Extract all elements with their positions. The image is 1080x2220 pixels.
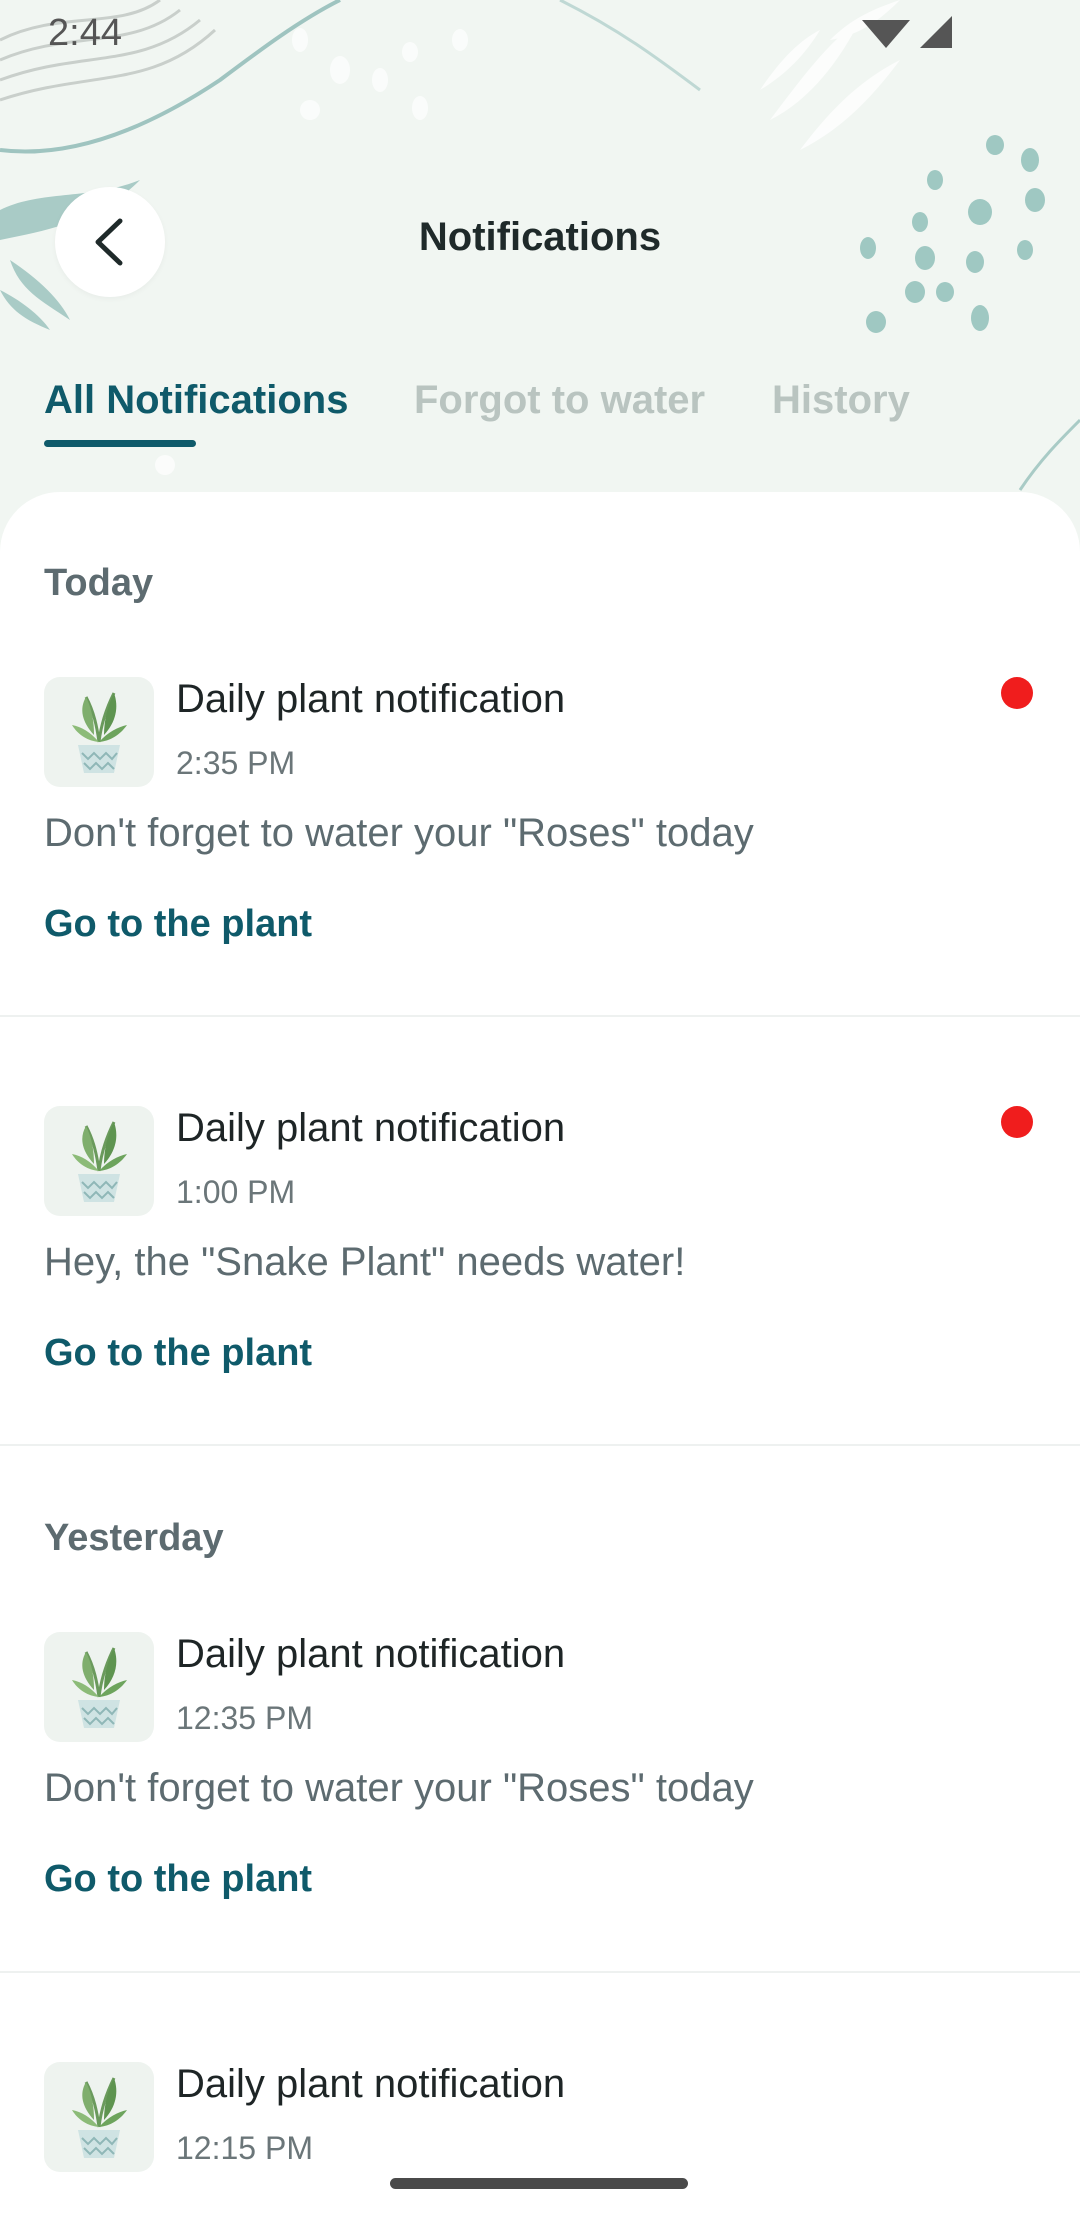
section-title-today: Today — [44, 562, 154, 604]
plant-thumbnail — [44, 677, 154, 787]
notification-title: Daily plant notification — [176, 2062, 566, 2106]
unread-indicator — [1001, 677, 1033, 709]
potted-plant-icon — [72, 1121, 127, 1202]
plant-thumbnail — [44, 1106, 154, 1216]
potted-plant-icon — [72, 692, 127, 773]
notification-title: Daily plant notification — [176, 1106, 566, 1150]
go-to-plant-link[interactable]: Go to the plant — [44, 1332, 312, 1375]
tab-forgot-to-water[interactable]: Forgot to water — [414, 378, 705, 423]
notification-item[interactable]: Daily plant notification 2:35 PM Don't f… — [0, 677, 1080, 945]
divider — [0, 1971, 1080, 1973]
notifications-screen: 2:44 Notifications All Notifications For… — [0, 0, 1080, 2220]
notification-body: Don't forget to water your "Roses" today — [44, 811, 754, 855]
plant-thumbnail — [44, 2062, 154, 2172]
cell-signal-icon — [920, 16, 952, 48]
unread-indicator — [1001, 1106, 1033, 1138]
divider — [0, 1015, 1080, 1017]
notification-time: 2:35 PM — [176, 745, 296, 781]
go-to-plant-link[interactable]: Go to the plant — [44, 1858, 312, 1901]
notification-time: 1:00 PM — [176, 1174, 296, 1210]
notification-time: 12:15 PM — [176, 2130, 313, 2166]
section-title-yesterday: Yesterday — [44, 1517, 224, 1559]
page-title: Notifications — [418, 215, 662, 259]
notification-item[interactable]: Daily plant notification 12:35 PM Don't … — [0, 1632, 1080, 1900]
potted-plant-icon — [72, 1647, 127, 1728]
divider — [0, 1444, 1080, 1446]
go-to-plant-link[interactable]: Go to the plant — [44, 903, 312, 946]
notification-item[interactable]: Daily plant notification 12:15 PM — [0, 2062, 1080, 2182]
notification-title: Daily plant notification — [176, 1632, 566, 1676]
notification-title: Daily plant notification — [176, 677, 566, 721]
status-time: 2:44 — [48, 12, 122, 54]
plant-thumbnail — [44, 1632, 154, 1742]
notification-time: 12:35 PM — [176, 1700, 313, 1736]
notification-body: Don't forget to water your "Roses" today — [44, 1766, 754, 1810]
tab-all-notifications[interactable]: All Notifications — [44, 378, 348, 423]
notification-body: Hey, the "Snake Plant" needs water! — [44, 1240, 686, 1284]
notification-item[interactable]: Daily plant notification 1:00 PM Hey, th… — [0, 1106, 1080, 1374]
potted-plant-icon — [72, 2077, 127, 2158]
notifications-list: Today Daily plant notification 2:35 PM D… — [0, 492, 1080, 2220]
wifi-icon — [862, 20, 910, 48]
status-icons — [862, 16, 952, 48]
tab-history[interactable]: History — [772, 378, 910, 423]
status-bar: 2:44 — [0, 0, 1080, 70]
home-indicator[interactable] — [390, 2178, 688, 2189]
active-tab-indicator — [44, 440, 196, 447]
